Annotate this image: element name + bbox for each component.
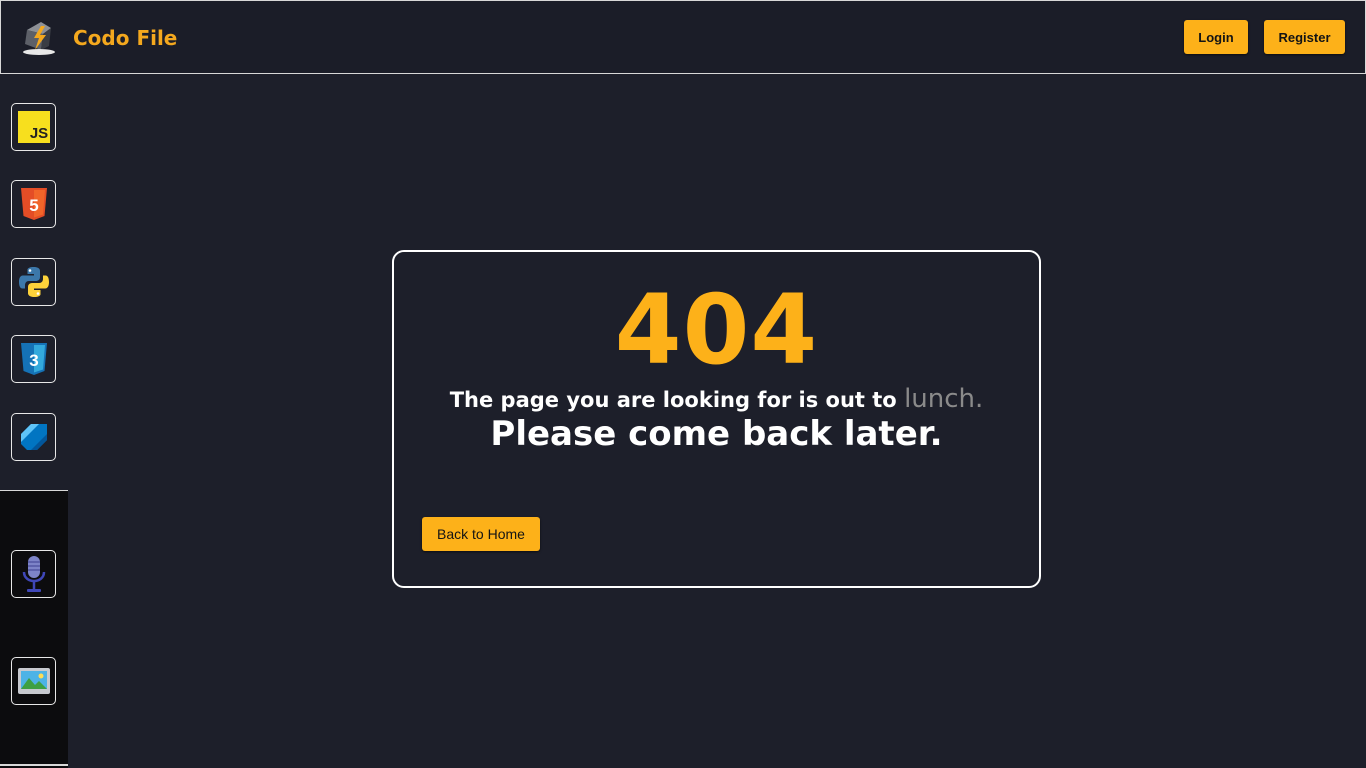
- brand-title[interactable]: Codo File: [73, 26, 177, 50]
- sidebar-divider: [0, 764, 68, 766]
- css3-icon: 3: [20, 343, 47, 375]
- microphone-icon: [22, 556, 45, 592]
- dart-icon: [20, 424, 47, 450]
- back-to-home-button[interactable]: Back to Home: [422, 517, 540, 551]
- html5-icon-label: 5: [29, 196, 38, 215]
- register-button[interactable]: Register: [1264, 20, 1345, 54]
- python-icon: [18, 267, 49, 297]
- error-message: The page you are looking for is out to l…: [394, 384, 1039, 414]
- sidebar-item-microphone[interactable]: [11, 550, 56, 598]
- login-button[interactable]: Login: [1184, 20, 1248, 54]
- javascript-icon: JS: [17, 111, 50, 143]
- css3-icon-label: 3: [29, 351, 38, 370]
- sidebar-tools-panel: [0, 490, 68, 768]
- html5-icon: 5: [20, 188, 47, 220]
- sidebar-item-html5[interactable]: 5: [11, 180, 56, 228]
- error-card: 404 The page you are looking for is out …: [392, 250, 1041, 588]
- image-icon: [17, 668, 50, 694]
- error-message-prefix: The page you are looking for is out to: [449, 388, 897, 412]
- sidebar-item-dart[interactable]: [11, 413, 56, 461]
- top-navbar: Codo File Login Register: [0, 0, 1366, 74]
- sidebar-item-css3[interactable]: 3: [11, 335, 56, 383]
- error-message-line2: Please come back later.: [490, 414, 943, 454]
- logo-icon[interactable]: [21, 20, 59, 56]
- sidebar-item-javascript[interactable]: JS: [11, 103, 56, 151]
- error-message-accent: lunch.: [904, 384, 984, 414]
- javascript-icon-label: JS: [29, 125, 47, 142]
- error-code: 404: [614, 274, 819, 386]
- sidebar-item-python[interactable]: [11, 258, 56, 306]
- sidebar-item-image[interactable]: [11, 657, 56, 705]
